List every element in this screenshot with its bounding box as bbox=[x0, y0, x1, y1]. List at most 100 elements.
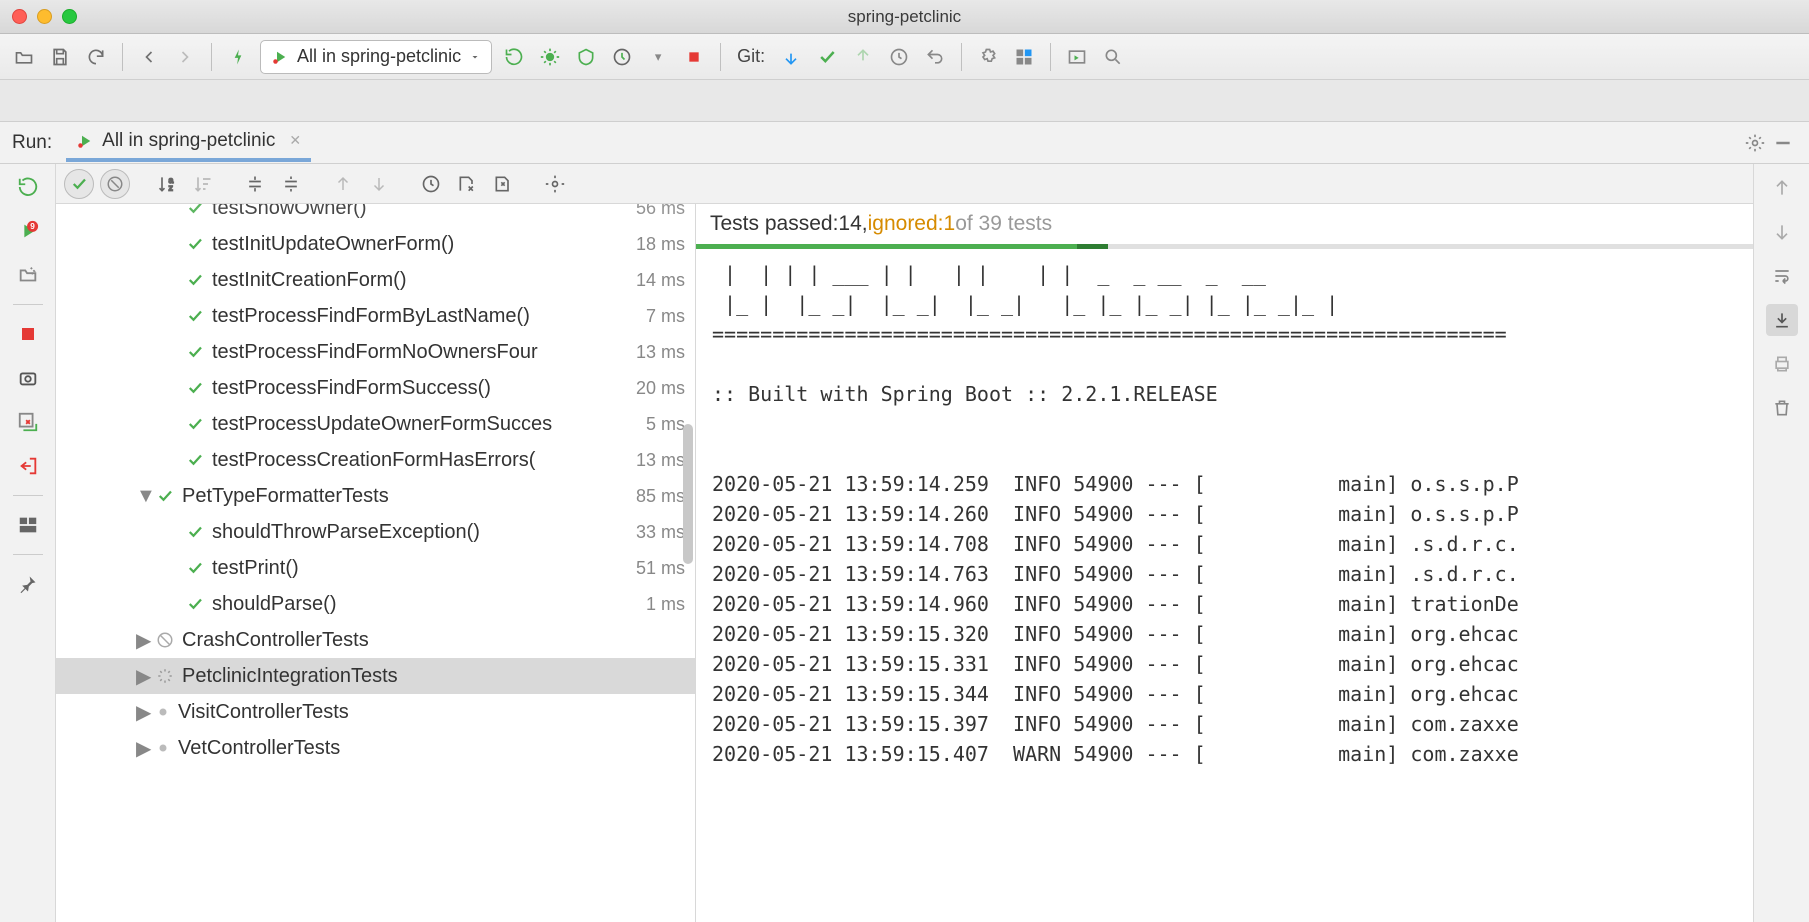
show-passed-toggle[interactable] bbox=[64, 169, 94, 199]
test-node[interactable]: testPrint()51 ms bbox=[56, 550, 695, 586]
rerun-icon[interactable] bbox=[500, 43, 528, 71]
coverage-icon[interactable] bbox=[572, 43, 600, 71]
test-toolbar: az bbox=[56, 164, 1753, 204]
test-name: testProcessFindFormNoOwnersFour bbox=[212, 341, 630, 364]
exit-button[interactable] bbox=[13, 451, 43, 481]
test-name: PetTypeFormatterTests bbox=[182, 485, 630, 508]
rerun-button[interactable] bbox=[13, 172, 43, 202]
tree-arrow-icon[interactable]: ▶ bbox=[136, 736, 152, 761]
test-duration: 1 ms bbox=[646, 594, 685, 615]
clear-all-icon[interactable] bbox=[1766, 392, 1798, 424]
test-node[interactable]: ▶CrashControllerTests bbox=[56, 622, 695, 658]
git-pull-icon[interactable] bbox=[777, 43, 805, 71]
forward-icon[interactable] bbox=[171, 43, 199, 71]
test-name: testProcessFindFormByLastName() bbox=[212, 305, 640, 328]
export-results-icon[interactable] bbox=[488, 169, 518, 199]
tree-arrow-icon[interactable]: ▶ bbox=[136, 700, 152, 725]
stop-button[interactable] bbox=[13, 319, 43, 349]
next-failed-icon[interactable] bbox=[364, 169, 394, 199]
build-icon[interactable] bbox=[224, 43, 252, 71]
test-name: testProcessCreationFormHasErrors( bbox=[212, 449, 630, 472]
profile-icon[interactable] bbox=[608, 43, 636, 71]
git-push-icon[interactable] bbox=[849, 43, 877, 71]
stop-icon[interactable] bbox=[680, 43, 708, 71]
run-label: Run: bbox=[12, 132, 52, 154]
pin-button[interactable] bbox=[13, 569, 43, 599]
svg-text:z: z bbox=[169, 182, 173, 192]
test-name: VetControllerTests bbox=[178, 737, 685, 760]
back-icon[interactable] bbox=[135, 43, 163, 71]
run-left-toolbar: 9 bbox=[0, 164, 56, 922]
test-history-icon[interactable] bbox=[416, 169, 446, 199]
test-settings-icon[interactable] bbox=[540, 169, 570, 199]
import-results-icon[interactable] bbox=[452, 169, 482, 199]
main-toolbar: All in spring-petclinic ▾ Git: bbox=[0, 34, 1809, 80]
git-history-icon[interactable] bbox=[885, 43, 913, 71]
test-node[interactable]: ▶ VisitControllerTests bbox=[56, 694, 695, 730]
close-tab-icon[interactable]: ✕ bbox=[289, 132, 301, 149]
run-configuration-dropdown[interactable]: All in spring-petclinic bbox=[260, 40, 492, 74]
layout-button[interactable] bbox=[13, 510, 43, 540]
debug-icon[interactable] bbox=[536, 43, 564, 71]
tree-arrow-icon[interactable]: ▶ bbox=[136, 664, 152, 689]
test-name: testInitUpdateOwnerForm() bbox=[212, 233, 630, 256]
console-output[interactable]: | | | | ___ | | | | | | _ _ __ _ __ |_ |… bbox=[696, 249, 1753, 922]
test-node[interactable]: testInitCreationForm()14 ms bbox=[56, 262, 695, 298]
sort-duration-icon[interactable] bbox=[188, 169, 218, 199]
toggle-auto-test-button[interactable] bbox=[13, 260, 43, 290]
test-node[interactable]: testProcessFindFormByLastName()7 ms bbox=[56, 298, 695, 334]
collapse-all-icon[interactable] bbox=[276, 169, 306, 199]
tree-arrow-icon[interactable]: ▼ bbox=[136, 485, 152, 508]
scroll-to-end-icon[interactable] bbox=[1766, 304, 1798, 336]
more-run-icon[interactable]: ▾ bbox=[644, 43, 672, 71]
show-ignored-toggle[interactable] bbox=[100, 169, 130, 199]
test-node[interactable]: testInitUpdateOwnerForm()18 ms bbox=[56, 226, 695, 262]
test-name: VisitControllerTests bbox=[178, 701, 685, 724]
print-icon[interactable] bbox=[1766, 348, 1798, 380]
import-tests-button[interactable] bbox=[13, 407, 43, 437]
test-node[interactable]: testProcessFindFormSuccess()20 ms bbox=[56, 370, 695, 406]
test-node[interactable]: testProcessFindFormNoOwnersFour 13 ms bbox=[56, 334, 695, 370]
test-node[interactable]: ▶ VetControllerTests bbox=[56, 730, 695, 766]
run-anything-icon[interactable] bbox=[1063, 43, 1091, 71]
test-name: testPrint() bbox=[212, 557, 630, 580]
test-node[interactable]: shouldThrowParseException()33 ms bbox=[56, 514, 695, 550]
prev-failed-icon[interactable] bbox=[328, 169, 358, 199]
rerun-failed-button[interactable]: 9 bbox=[13, 216, 43, 246]
project-structure-icon[interactable] bbox=[1010, 43, 1038, 71]
settings-icon[interactable] bbox=[974, 43, 1002, 71]
test-node[interactable]: ▶ PetclinicIntegrationTests bbox=[56, 658, 695, 694]
dump-threads-button[interactable] bbox=[13, 363, 43, 393]
test-node[interactable]: testShowOwner()56 ms bbox=[56, 204, 695, 226]
scrollbar-thumb[interactable] bbox=[683, 424, 693, 564]
test-duration: 13 ms bbox=[636, 342, 685, 363]
scroll-up-icon[interactable] bbox=[1766, 172, 1798, 204]
soft-wrap-icon[interactable] bbox=[1766, 260, 1798, 292]
test-tree[interactable]: testShowOwner()56 mstestInitUpdateOwnerF… bbox=[56, 204, 696, 922]
test-name: testShowOwner() bbox=[212, 204, 630, 220]
search-icon[interactable] bbox=[1099, 43, 1127, 71]
git-commit-icon[interactable] bbox=[813, 43, 841, 71]
test-duration: 85 ms bbox=[636, 486, 685, 507]
run-tab[interactable]: All in spring-petclinic ✕ bbox=[66, 124, 311, 162]
git-label: Git: bbox=[733, 46, 769, 67]
save-icon[interactable] bbox=[46, 43, 74, 71]
console-panel: Tests passed: 14, ignored: 1 of 39 tests… bbox=[696, 204, 1753, 922]
scroll-down-icon[interactable] bbox=[1766, 216, 1798, 248]
tree-arrow-icon[interactable]: ▶ bbox=[136, 628, 152, 653]
toolwindow-settings-icon[interactable] bbox=[1741, 129, 1769, 157]
test-node[interactable]: ▼ PetTypeFormatterTests 85 ms bbox=[56, 478, 695, 514]
titlebar: spring-petclinic bbox=[0, 0, 1809, 34]
test-node[interactable]: shouldParse()1 ms bbox=[56, 586, 695, 622]
git-revert-icon[interactable] bbox=[921, 43, 949, 71]
refresh-icon[interactable] bbox=[82, 43, 110, 71]
test-name: testProcessUpdateOwnerFormSucces bbox=[212, 413, 640, 436]
test-name: PetclinicIntegrationTests bbox=[182, 665, 685, 688]
sort-alpha-icon[interactable]: az bbox=[152, 169, 182, 199]
hide-toolwindow-icon[interactable] bbox=[1769, 129, 1797, 157]
test-node[interactable]: testProcessCreationFormHasErrors( 13 ms bbox=[56, 442, 695, 478]
test-duration: 13 ms bbox=[636, 450, 685, 471]
test-node[interactable]: testProcessUpdateOwnerFormSucces5 ms bbox=[56, 406, 695, 442]
expand-all-icon[interactable] bbox=[240, 169, 270, 199]
open-icon[interactable] bbox=[10, 43, 38, 71]
